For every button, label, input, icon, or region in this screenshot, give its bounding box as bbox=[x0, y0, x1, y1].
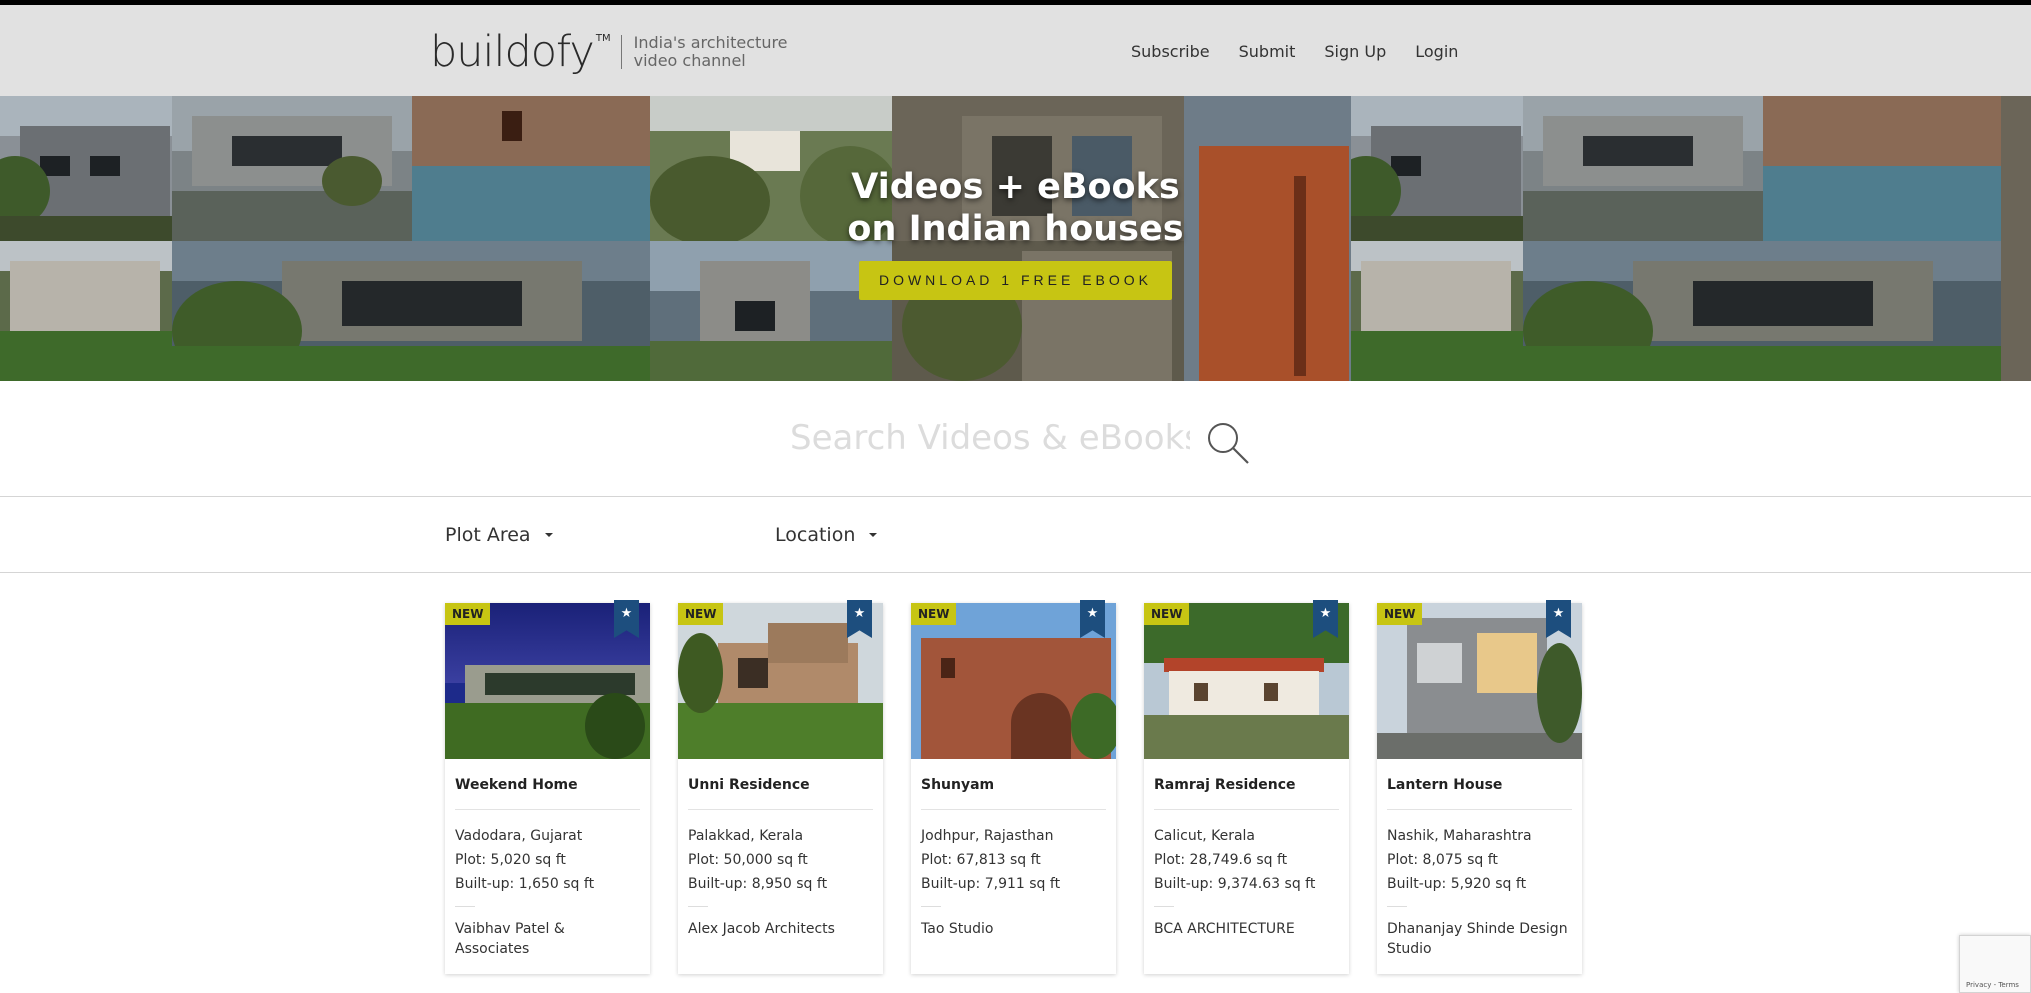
location-dropdown[interactable]: Location bbox=[775, 524, 878, 546]
house-card[interactable]: NEW ★ Shunyam Jodhpur, Rajasthan Plot: 6… bbox=[911, 600, 1116, 974]
card-location: Nashik, Maharashtra bbox=[1387, 828, 1532, 844]
card-builtup: Built-up: 8,950 sq ft bbox=[688, 876, 828, 892]
card-location: Palakkad, Kerala bbox=[688, 828, 804, 844]
new-badge: NEW bbox=[1144, 603, 1190, 625]
new-badge: NEW bbox=[911, 603, 957, 625]
card-architect: Tao Studio bbox=[921, 921, 994, 937]
site-header: buildofy TM India's architecture video c… bbox=[0, 5, 2031, 96]
logo-wordmark: buildofy bbox=[430, 27, 595, 77]
card-builtup: Built-up: 1,650 sq ft bbox=[455, 876, 595, 892]
house-card[interactable]: NEW ★ Lantern House Nashik, Maharashtra … bbox=[1377, 600, 1582, 974]
card-title: Ramraj Residence bbox=[1154, 777, 1296, 793]
card-title: Shunyam bbox=[921, 777, 995, 793]
divider bbox=[1387, 906, 1407, 907]
hero-title-line-1: Videos + eBooks bbox=[851, 167, 1180, 207]
card-plot: Plot: 8,075 sq ft bbox=[1387, 852, 1498, 868]
nav-sign-up[interactable]: Sign Up bbox=[1324, 42, 1386, 61]
house-card-list: NEW ★ Weekend Home Vadodara, Gujarat Plo… bbox=[445, 600, 1610, 974]
search-icon[interactable] bbox=[1206, 421, 1250, 465]
card-architect: Vaibhav Patel & Associates bbox=[455, 921, 565, 957]
card-title: Unni Residence bbox=[688, 777, 810, 793]
main-nav: Subscribe Submit Sign Up Login bbox=[1131, 42, 1487, 61]
nav-submit[interactable]: Submit bbox=[1239, 42, 1296, 61]
card-title: Weekend Home bbox=[455, 777, 578, 793]
nav-login[interactable]: Login bbox=[1415, 42, 1458, 61]
card-plot: Plot: 5,020 sq ft bbox=[455, 852, 566, 868]
card-builtup: Built-up: 5,920 sq ft bbox=[1387, 876, 1527, 892]
hero-banner: Videos + eBooks on Indian houses DOWNLOA… bbox=[0, 96, 2031, 381]
divider bbox=[921, 906, 941, 907]
tagline-line-1: India's architecture bbox=[633, 33, 788, 52]
recaptcha-links[interactable]: Privacy - Terms bbox=[1966, 981, 2019, 989]
collage-photo bbox=[1523, 241, 2001, 381]
logo-tagline: India's architecture video channel bbox=[634, 34, 788, 70]
new-badge: NEW bbox=[678, 603, 724, 625]
collage-photo bbox=[1351, 241, 1523, 381]
card-location: Calicut, Kerala bbox=[1154, 828, 1255, 844]
search-input[interactable] bbox=[790, 413, 1190, 463]
card-plot: Plot: 67,813 sq ft bbox=[921, 852, 1041, 868]
hero-title-line-2: on Indian houses bbox=[847, 209, 1184, 249]
card-architect: BCA ARCHITECTURE bbox=[1154, 921, 1295, 937]
card-title: Lantern House bbox=[1387, 777, 1503, 793]
logo[interactable]: buildofy TM India's architecture video c… bbox=[430, 27, 788, 77]
chevron-down-icon bbox=[869, 533, 878, 537]
card-architect: Alex Jacob Architects bbox=[688, 921, 835, 937]
new-badge: NEW bbox=[445, 603, 491, 625]
divider bbox=[455, 809, 640, 810]
divider bbox=[688, 809, 873, 810]
divider bbox=[921, 809, 1106, 810]
card-builtup: Built-up: 9,374.63 sq ft bbox=[1154, 876, 1316, 892]
new-badge: NEW bbox=[1377, 603, 1423, 625]
divider bbox=[1154, 906, 1174, 907]
search-section bbox=[0, 381, 2031, 497]
card-builtup: Built-up: 7,911 sq ft bbox=[921, 876, 1061, 892]
collage-photo bbox=[172, 241, 650, 381]
hero-title: Videos + eBooks on Indian houses bbox=[0, 166, 2031, 250]
filter-bar: Plot Area Location bbox=[0, 498, 2031, 573]
location-label: Location bbox=[775, 524, 856, 546]
house-card[interactable]: NEW ★ Ramraj Residence Calicut, Kerala P… bbox=[1144, 600, 1349, 974]
chevron-down-icon bbox=[544, 533, 553, 537]
card-architect: Dhananjay Shinde Design Studio bbox=[1387, 921, 1568, 957]
card-location: Vadodara, Gujarat bbox=[455, 828, 583, 844]
divider bbox=[1154, 809, 1339, 810]
card-location: Jodhpur, Rajasthan bbox=[921, 828, 1054, 844]
divider bbox=[1387, 809, 1572, 810]
plot-area-dropdown[interactable]: Plot Area bbox=[445, 524, 553, 546]
tagline-line-2: video channel bbox=[633, 51, 746, 70]
plot-area-label: Plot Area bbox=[445, 524, 531, 546]
logo-separator bbox=[620, 35, 622, 69]
collage-photo bbox=[0, 241, 172, 381]
divider bbox=[688, 906, 708, 907]
divider bbox=[455, 906, 475, 907]
nav-subscribe[interactable]: Subscribe bbox=[1131, 42, 1210, 61]
card-plot: Plot: 50,000 sq ft bbox=[688, 852, 808, 868]
recaptcha-badge[interactable]: Privacy - Terms bbox=[1959, 935, 2031, 993]
logo-trademark: TM bbox=[595, 32, 611, 44]
house-card[interactable]: NEW ★ Unni Residence Palakkad, Kerala Pl… bbox=[678, 600, 883, 974]
collage-photo bbox=[650, 241, 892, 381]
download-ebook-button[interactable]: DOWNLOAD 1 FREE EBOOK bbox=[859, 261, 1172, 300]
house-card[interactable]: NEW ★ Weekend Home Vadodara, Gujarat Plo… bbox=[445, 600, 650, 974]
card-plot: Plot: 28,749.6 sq ft bbox=[1154, 852, 1288, 868]
